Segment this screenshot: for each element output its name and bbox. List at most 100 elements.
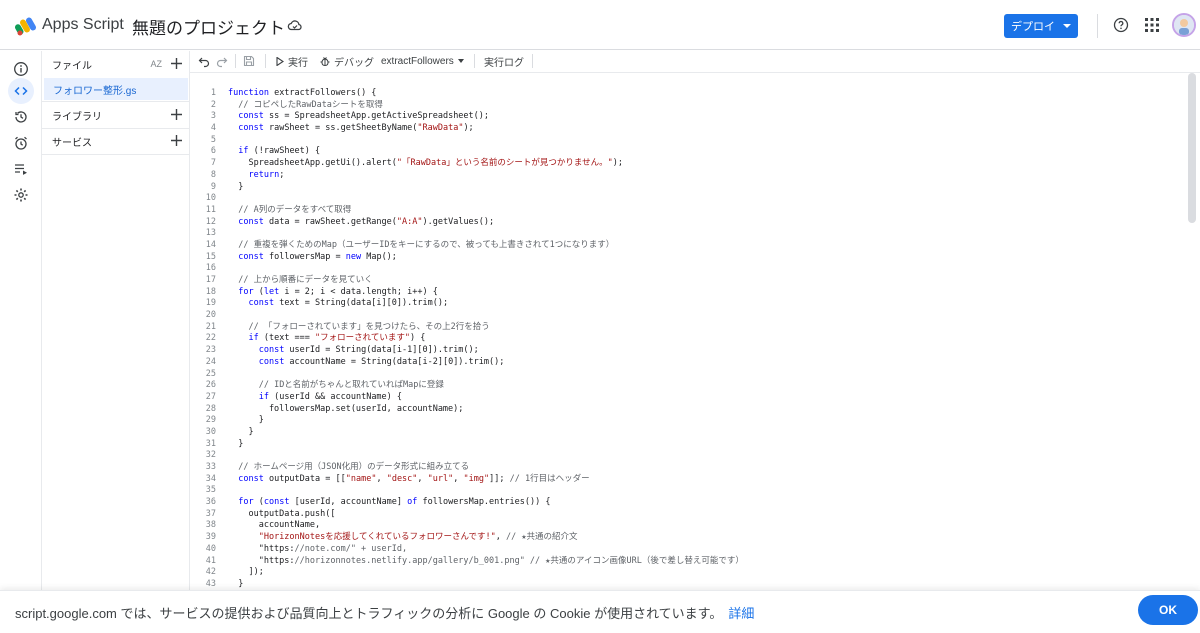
executions-button[interactable] — [8, 156, 34, 182]
code-line[interactable] — [228, 310, 744, 322]
line-number: 24 — [205, 356, 216, 367]
code-line[interactable]: const outputData = [["name", "desc", "ur… — [228, 474, 744, 486]
libraries-header[interactable]: ライブラリ — [42, 102, 190, 128]
code-line[interactable]: "https://horizonnotes.netlify.app/galler… — [228, 556, 744, 568]
code-line[interactable]: "HorizonNotesを応援してくれているフォロワーさんです!", // ★… — [228, 532, 744, 544]
services-header[interactable]: サービス — [42, 128, 190, 154]
line-number: 32 — [205, 450, 216, 461]
settings-button[interactable] — [8, 182, 34, 208]
code-line[interactable]: followersMap.set(userId, accountName); — [228, 404, 744, 416]
save-icon[interactable] — [243, 54, 255, 68]
code-line[interactable]: if (!rawSheet) { — [228, 146, 744, 158]
line-number: 39 — [205, 532, 216, 543]
code-line[interactable]: const text = String(data[i][0]).trim(); — [228, 298, 744, 310]
line-number: 17 — [205, 275, 216, 285]
info-icon — [14, 62, 28, 76]
line-number: 9 — [210, 181, 216, 192]
code-line[interactable]: // 上から順番にデータを見ていく — [228, 275, 744, 287]
code-line[interactable]: const rawSheet = ss.getSheetByName("RawD… — [228, 123, 744, 135]
line-number: 38 — [205, 520, 216, 531]
code-line[interactable]: } — [228, 427, 744, 439]
function-select-value: extractFollowers — [381, 55, 454, 67]
services-label: サービス — [52, 137, 92, 149]
code-line[interactable]: if (userId && accountName) { — [228, 392, 744, 404]
triggers-button[interactable] — [8, 130, 34, 156]
line-number: 15 — [205, 251, 216, 262]
code-line[interactable] — [228, 450, 744, 462]
line-number: 23 — [205, 345, 216, 356]
sort-az-button[interactable]: AZ — [150, 59, 162, 69]
code-content[interactable]: function extractFollowers() { // コピペしたRa… — [228, 88, 744, 591]
code-line[interactable]: } — [228, 415, 744, 427]
function-select[interactable]: extractFollowers — [381, 54, 464, 68]
add-library-icon[interactable] — [171, 109, 182, 120]
code-line[interactable]: for (const [userId, accountName] of foll… — [228, 497, 744, 509]
add-service-icon[interactable] — [171, 135, 182, 146]
line-number: 42 — [205, 567, 216, 578]
code-line[interactable]: } — [228, 579, 744, 591]
code-line[interactable]: "https://note.com/" + userId, — [228, 544, 744, 556]
deploy-button[interactable]: デプロイ — [1004, 14, 1078, 38]
file-item-active[interactable]: フォロワー整形.gs — [44, 78, 188, 100]
code-line[interactable]: const userId = String(data[i-1][0]).trim… — [228, 345, 744, 357]
gear-icon — [14, 188, 28, 202]
code-line[interactable]: SpreadsheetApp.getUi().alert("「RawData」と… — [228, 158, 744, 170]
avatar[interactable] — [1172, 13, 1196, 37]
cookie-details-link[interactable]: 詳細 — [728, 606, 754, 621]
code-line[interactable]: const accountName = String(data[i-2][0])… — [228, 357, 744, 369]
run-button[interactable]: 実行 — [276, 54, 308, 69]
code-line[interactable]: const ss = SpreadsheetApp.getActiveSprea… — [228, 111, 744, 123]
apps-grid-icon[interactable] — [1145, 18, 1159, 32]
line-number: 34 — [205, 473, 216, 484]
line-number: 6 — [210, 146, 216, 157]
help-icon[interactable] — [1113, 17, 1129, 33]
history-button[interactable] — [8, 104, 34, 130]
code-line[interactable]: outputData.push([ — [228, 509, 744, 521]
app-name[interactable]: Apps Script — [42, 16, 124, 34]
code-line[interactable]: for (let i = 2; i < data.length; i++) { — [228, 287, 744, 299]
vertical-scrollbar[interactable] — [1188, 73, 1196, 223]
code-line[interactable] — [228, 369, 744, 381]
code-line[interactable]: const data = rawSheet.getRange("A:A").ge… — [228, 217, 744, 229]
code-line[interactable] — [228, 193, 744, 205]
code-line[interactable]: if (text === "フォローされています") { — [228, 333, 744, 345]
redo-icon[interactable] — [216, 54, 228, 68]
cookie-text-wrapper: script.google.com では、サービスの提供および品質向上とトラフィ… — [15, 603, 754, 622]
cookie-ok-button[interactable]: OK — [1138, 595, 1198, 625]
code-line[interactable]: // 「フォローされています」を見つけたら、その上2行を拾う — [228, 322, 744, 334]
chevron-down-icon — [457, 59, 464, 63]
code-line[interactable]: // コピペしたRawDataシートを取得 — [228, 100, 744, 112]
code-line[interactable]: // A列のデータをすべて取得 — [228, 205, 744, 217]
line-number: 18 — [205, 286, 216, 297]
code-line[interactable]: function extractFollowers() { — [228, 88, 744, 100]
cookie-text: script.google.com では、サービスの提供および品質向上とトラフィ… — [15, 606, 723, 621]
code-line[interactable]: // ホームページ用（JSON化用）のデータ形式に組み立てる — [228, 462, 744, 474]
code-line[interactable]: // 重複を弾くためのMap（ユーザーIDをキーにするので、被っても上書きされて… — [228, 240, 744, 252]
code-line[interactable]: const followersMap = new Map(); — [228, 252, 744, 264]
code-line[interactable]: accountName, — [228, 520, 744, 532]
code-editor[interactable]: 1 2 3 4 5 6 7 8 9 10 11 12 13 14 15 16 17 18 19 20 21 22 23 24 2… — [190, 73, 1200, 595]
debug-button[interactable]: デバッグ — [320, 54, 374, 69]
code-icon — [14, 86, 28, 96]
code-line[interactable] — [228, 263, 744, 275]
execution-log-button[interactable]: 実行ログ — [484, 54, 524, 69]
add-file-icon[interactable] — [171, 58, 182, 69]
code-line[interactable] — [228, 485, 744, 497]
line-number: 20 — [205, 310, 216, 321]
line-number: 19 — [205, 298, 216, 309]
code-line[interactable]: } — [228, 439, 744, 451]
line-number: 3 — [210, 111, 216, 122]
project-title[interactable]: 無題のプロジェクト — [132, 14, 285, 39]
code-line[interactable]: } — [228, 182, 744, 194]
divider — [42, 154, 190, 155]
code-line[interactable]: ]); — [228, 567, 744, 579]
undo-icon[interactable] — [198, 54, 210, 68]
code-line[interactable]: // IDと名前がちゃんと取れていればMapに登録 — [228, 380, 744, 392]
line-number: 30 — [205, 426, 216, 437]
code-line[interactable]: return; — [228, 170, 744, 182]
code-line[interactable] — [228, 135, 744, 147]
play-icon — [276, 56, 284, 66]
editor-button[interactable] — [8, 78, 34, 104]
code-line[interactable] — [228, 228, 744, 240]
execution-log-label: 実行ログ — [484, 57, 524, 69]
